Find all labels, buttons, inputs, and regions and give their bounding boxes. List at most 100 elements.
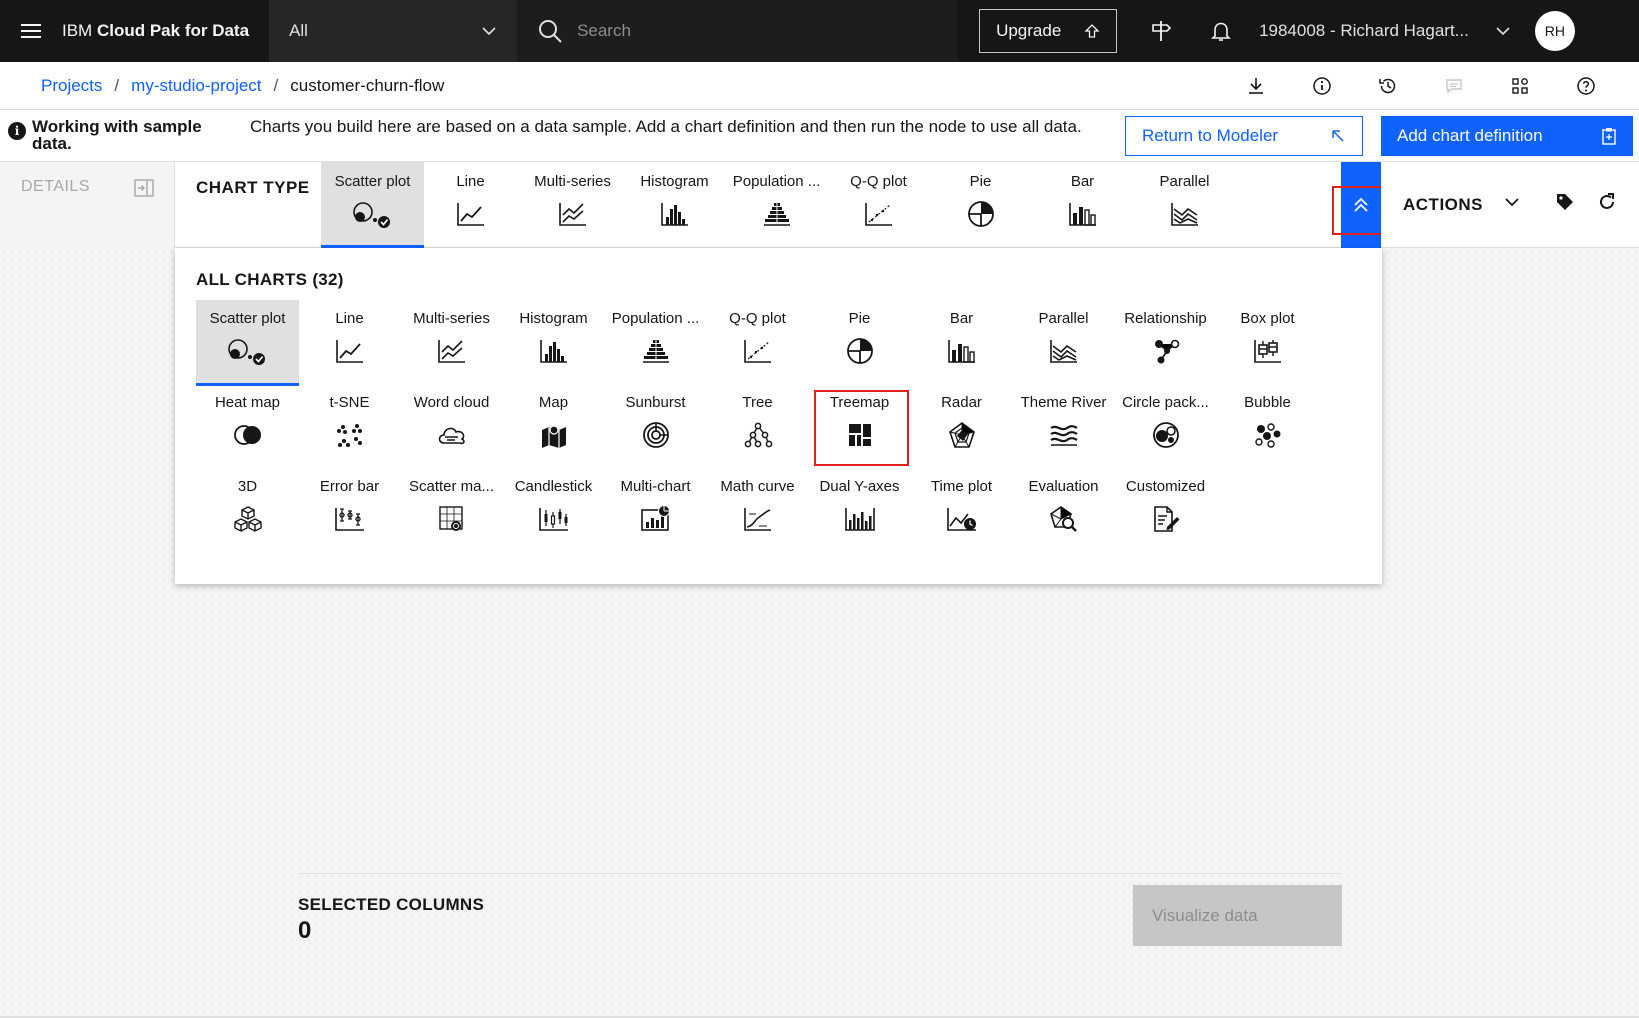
chart-option-math-curve[interactable]: Math curve — [706, 468, 809, 554]
breadcrumb-projects[interactable]: Projects — [41, 76, 102, 96]
tab-label: Scatter plot — [334, 173, 411, 190]
chart-option-circle-packing[interactable]: Circle pack... — [1114, 384, 1217, 470]
chart-option-box-plot[interactable]: Box plot — [1216, 300, 1319, 386]
chart-option-theme-river[interactable]: Theme River — [1012, 384, 1115, 470]
chart-option-pie[interactable]: Pie — [808, 300, 911, 386]
scatter-plot-icon — [226, 335, 270, 367]
line-chart-icon — [335, 335, 365, 367]
chart-option-treemap[interactable]: Treemap — [808, 384, 911, 470]
chart-option-word-cloud[interactable]: Word cloud — [400, 384, 503, 470]
chart-option-bar[interactable]: Bar — [910, 300, 1013, 386]
tile-label: Circle pack... — [1122, 394, 1209, 411]
chart-option-radar[interactable]: Radar — [910, 384, 1013, 470]
collapse-chart-types-button[interactable] — [1341, 162, 1381, 248]
chart-option-histogram[interactable]: Histogram — [502, 300, 605, 386]
tile-label: Bar — [949, 310, 974, 327]
info-icon[interactable] — [1289, 76, 1355, 96]
chart-option-map[interactable]: Map — [502, 384, 605, 470]
notification-icon[interactable] — [1191, 0, 1251, 62]
tab-label: Population ... — [732, 173, 821, 190]
all-charts-title: ALL CHARTS (32) — [196, 270, 344, 289]
chart-option-3d[interactable]: 3D — [196, 468, 299, 554]
tile-label: Multi-series — [413, 310, 490, 327]
history-icon[interactable] — [1355, 76, 1421, 96]
chart-option-scatter-matrix[interactable]: Scatter ma... — [400, 468, 503, 554]
chart-tab-histogram[interactable]: Histogram — [623, 162, 726, 248]
chart-option-dual-y-axes[interactable]: Dual Y-axes — [808, 468, 911, 554]
box-plot-icon — [1253, 335, 1283, 367]
chart-tab-scatter-plot[interactable]: Scatter plot — [321, 162, 424, 248]
refresh-icon[interactable] — [1597, 192, 1617, 217]
upgrade-label: Upgrade — [996, 21, 1062, 40]
chart-option-qq-plot[interactable]: Q-Q plot — [706, 300, 809, 386]
apps-icon[interactable] — [1487, 76, 1553, 96]
chart-option-relationship[interactable]: Relationship — [1114, 300, 1217, 386]
tile-label: Pie — [848, 310, 871, 327]
chart-option-scatter-plot[interactable]: Scatter plot — [196, 300, 299, 386]
expand-panel-icon — [134, 179, 154, 202]
help-icon[interactable] — [1553, 76, 1619, 96]
add-chart-definition-button[interactable]: Add chart definition — [1381, 116, 1633, 156]
math-curve-icon — [743, 503, 773, 535]
menu-icon[interactable] — [0, 0, 62, 62]
chart-option-time-plot[interactable]: Time plot — [910, 468, 1013, 554]
chart-tab-multi-series[interactable]: Multi-series — [521, 162, 624, 248]
chart-option-line[interactable]: Line — [298, 300, 401, 386]
tag-icon[interactable] — [1555, 192, 1575, 217]
breadcrumb-separator: / — [114, 75, 120, 95]
candlestick-icon — [538, 503, 570, 535]
qq-plot-icon — [743, 335, 773, 367]
pie-chart-icon — [966, 198, 996, 230]
chart-option-parallel[interactable]: Parallel — [1012, 300, 1115, 386]
chart-option-customized[interactable]: Customized — [1114, 468, 1217, 554]
chart-tab-qq-plot[interactable]: Q-Q plot — [827, 162, 930, 248]
chart-option-heat-map[interactable]: Heat map — [196, 384, 299, 470]
chart-tab-population-pyramid[interactable]: Population ... — [725, 162, 828, 248]
account-switcher[interactable]: 1984008 - Richard Hagart... — [1259, 21, 1511, 41]
selected-columns: SELECTED COLUMNS 0 — [298, 895, 484, 945]
tile-label: Relationship — [1124, 310, 1207, 327]
actions-menu[interactable]: ACTIONS — [1403, 195, 1483, 215]
info-icon: i — [8, 122, 26, 140]
chart-option-multi-series[interactable]: Multi-series — [400, 300, 503, 386]
parallel-chart-icon — [1049, 335, 1079, 367]
chart-option-error-bar[interactable]: Error bar — [298, 468, 401, 554]
chevron-double-up-icon — [1354, 197, 1368, 212]
download-icon[interactable] — [1223, 76, 1289, 96]
upgrade-button[interactable]: Upgrade — [979, 9, 1118, 53]
visualize-data-button[interactable]: Visualize data — [1133, 885, 1342, 946]
chart-tab-bar[interactable]: Bar — [1031, 162, 1134, 248]
chart-option-tsne[interactable]: t-SNE — [298, 384, 401, 470]
chevron-down-icon[interactable] — [1503, 193, 1521, 216]
avatar[interactable]: RH — [1534, 11, 1575, 51]
chart-type-label: CHART TYPE — [196, 178, 310, 197]
tab-label: Line — [456, 173, 485, 190]
search-input[interactable]: Search — [517, 0, 958, 62]
scope-dropdown[interactable]: All — [269, 0, 518, 62]
histogram-icon — [539, 335, 569, 367]
tile-label: Box plot — [1240, 310, 1295, 327]
chart-option-candlestick[interactable]: Candlestick — [502, 468, 605, 554]
chart-option-sunburst[interactable]: Sunburst — [604, 384, 707, 470]
actions-bar: ACTIONS — [1381, 162, 1639, 248]
chart-tab-parallel[interactable]: Parallel — [1133, 162, 1236, 248]
breadcrumb-project[interactable]: my-studio-project — [131, 76, 261, 96]
chart-option-bubble[interactable]: Bubble — [1216, 384, 1319, 470]
product-name[interactable]: IBM Cloud Pak for Data — [62, 21, 249, 41]
multi-series-icon — [437, 335, 467, 367]
chart-tab-line[interactable]: Line — [419, 162, 522, 248]
signpost-icon[interactable] — [1131, 0, 1191, 62]
tile-label: 3D — [237, 478, 258, 495]
tile-label: Map — [538, 394, 569, 411]
tile-label: Radar — [941, 394, 982, 411]
chart-tab-pie[interactable]: Pie — [929, 162, 1032, 248]
return-to-modeler-button[interactable]: Return to Modeler — [1125, 116, 1363, 156]
parallel-chart-icon — [1170, 198, 1200, 230]
comment-icon[interactable] — [1421, 76, 1487, 96]
chart-option-tree[interactable]: Tree — [706, 384, 809, 470]
chart-option-evaluation[interactable]: Evaluation — [1012, 468, 1115, 554]
chart-type-bar: CHART TYPE Scatter plot Line Multi-serie… — [175, 162, 1341, 248]
chart-option-population-pyramid[interactable]: Population ... — [604, 300, 707, 386]
chart-option-multi-chart[interactable]: Multi-chart — [604, 468, 707, 554]
details-panel-toggle[interactable]: DETAILS — [0, 162, 175, 248]
